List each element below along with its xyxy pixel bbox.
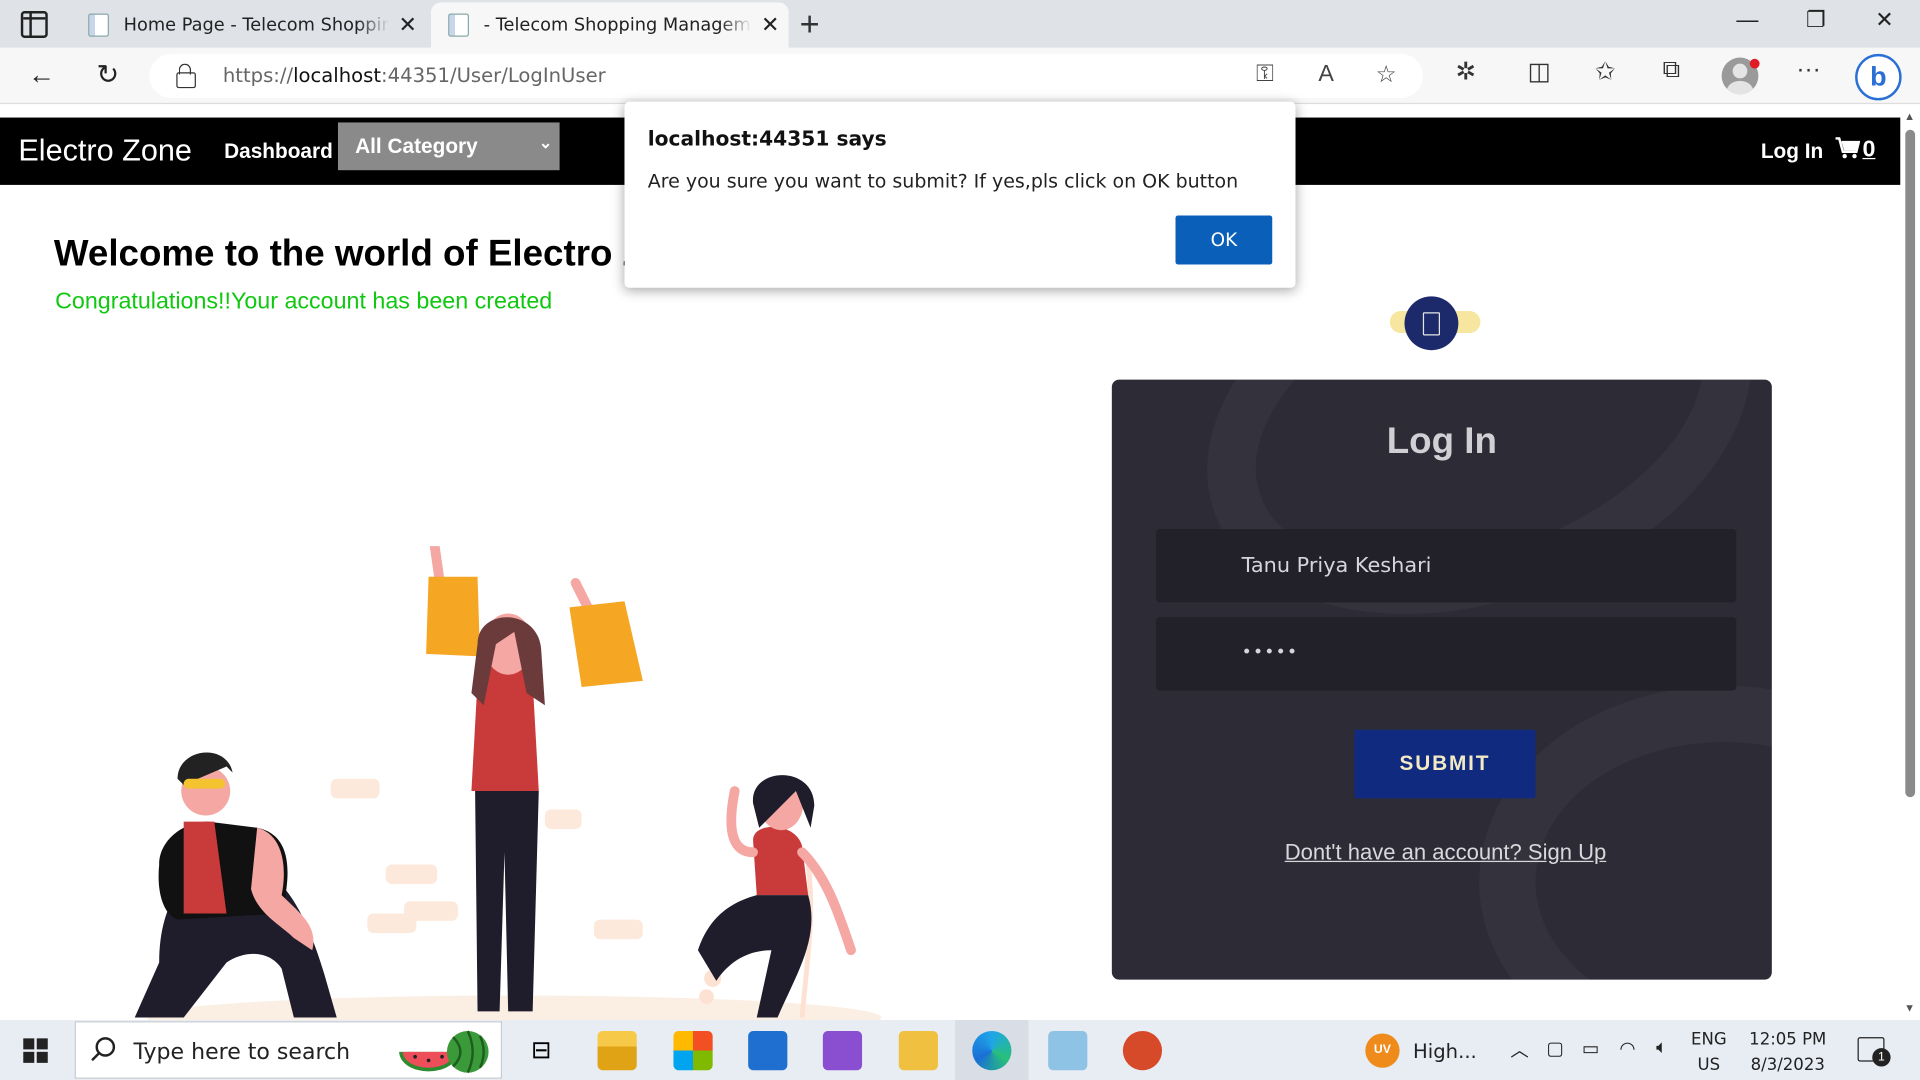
- search-icon: [95, 1037, 116, 1057]
- collections-icon[interactable]: ⧉: [1653, 56, 1690, 84]
- nav-dashboard-link[interactable]: Dashboard: [224, 140, 333, 164]
- scrollbar-thumb[interactable]: [1905, 129, 1916, 798]
- file-explorer-icon[interactable]: [597, 1031, 637, 1071]
- snip-tool-icon[interactable]: [898, 1031, 938, 1071]
- system-clock[interactable]: 12:05 PM 8/3/2023: [1749, 1027, 1827, 1078]
- url-text: https://localhost:44351/User/LogInUser: [222, 63, 606, 87]
- theme-toggle[interactable]: [1389, 294, 1481, 351]
- tab-close-icon[interactable]: ✕: [389, 12, 426, 38]
- login-card: Log In Tanu Priya Keshari ••••• SUBMIT D…: [1111, 379, 1772, 980]
- submit-button[interactable]: SUBMIT: [1354, 729, 1536, 799]
- scroll-up-icon[interactable]: ▲: [1904, 110, 1915, 122]
- battery-icon[interactable]: ▭: [1577, 1037, 1604, 1059]
- visual-studio-icon[interactable]: [822, 1031, 863, 1071]
- tab-title: Home Page - Telecom Shopping: [123, 15, 390, 35]
- back-arrow-icon[interactable]: ←: [23, 59, 60, 91]
- volume-icon[interactable]: 🔈︎: [1648, 1037, 1675, 1058]
- header-login-link[interactable]: Log In: [1761, 140, 1823, 164]
- edge-browser-taskbar-item[interactable]: [955, 1020, 1029, 1080]
- minimize-icon[interactable]: —: [1713, 7, 1782, 33]
- new-tab-plus-icon[interactable]: +: [800, 5, 820, 44]
- site-brand[interactable]: Electro Zone: [18, 133, 192, 169]
- tab-title: - Telecom Shopping Management: [483, 15, 752, 35]
- dialog-message: Are you sure you want to submit? If yes,…: [647, 170, 1239, 193]
- notification-count: 1: [1872, 1048, 1891, 1067]
- dialog-ok-button[interactable]: OK: [1175, 215, 1273, 265]
- key-icon[interactable]: ⚿: [1247, 61, 1284, 88]
- refresh-icon[interactable]: ↻: [89, 59, 126, 91]
- browser-tab-login[interactable]: - Telecom Shopping Management ✕: [431, 2, 789, 48]
- tray-device-icon[interactable]: ▢: [1542, 1037, 1569, 1059]
- window-close-icon[interactable]: ✕: [1850, 7, 1919, 33]
- cart-link[interactable]: 0: [1835, 137, 1876, 164]
- browser-tab-home[interactable]: Home Page - Telecom Shopping ✕: [71, 2, 426, 47]
- paint-icon[interactable]: [1122, 1031, 1163, 1071]
- weather-text[interactable]: High...: [1413, 1040, 1477, 1063]
- read-aloud-icon[interactable]: A: [1308, 61, 1345, 88]
- browser-toolbar: ← ↻ https://localhost:44351/User/LogInUs…: [0, 47, 1920, 105]
- windows-taskbar: Type here to search ⊟ UV High... ︿ ▢ ▭ ◠…: [0, 1020, 1920, 1080]
- page-scrollbar[interactable]: ▲ ▼: [1900, 105, 1920, 1021]
- restore-icon[interactable]: ❐: [1782, 7, 1851, 33]
- watermelon-icon: [399, 1030, 489, 1074]
- taskbar-search-box[interactable]: Type here to search: [74, 1021, 503, 1079]
- favorites-icon[interactable]: ✩: [1587, 56, 1624, 87]
- bing-copilot-icon[interactable]: b: [1855, 53, 1902, 101]
- toggle-knob-icon: [1404, 296, 1459, 351]
- wifi-icon[interactable]: ◠: [1614, 1037, 1641, 1059]
- lock-icon[interactable]: [176, 63, 196, 89]
- windows-start-icon[interactable]: [23, 1038, 48, 1063]
- cart-icon: [1835, 137, 1861, 159]
- account-created-message: Congratulations!!Your account has been c…: [55, 288, 553, 315]
- profile-notification-dot: [1749, 58, 1760, 69]
- page-favicon-icon: [448, 13, 469, 37]
- language-indicator[interactable]: ENG US: [1691, 1027, 1727, 1078]
- task-view-icon[interactable]: ⊟: [522, 1031, 561, 1070]
- address-bar[interactable]: https://localhost:44351/User/LogInUser ⚿…: [149, 53, 1423, 98]
- extensions-icon[interactable]: ✲: [1447, 56, 1484, 87]
- tab-actions-icon[interactable]: [20, 11, 48, 38]
- cart-count: 0: [1862, 137, 1876, 163]
- browser-tab-strip: Home Page - Telecom Shopping ✕ - Telecom…: [0, 0, 1920, 48]
- category-select[interactable]: All Category ⌄: [337, 122, 560, 171]
- notepad-icon[interactable]: [1048, 1031, 1088, 1071]
- login-title: Log In: [1386, 421, 1497, 462]
- search-placeholder: Type here to search: [133, 1039, 351, 1066]
- password-input[interactable]: •••••: [1155, 617, 1737, 691]
- more-menu-icon[interactable]: ···: [1790, 56, 1827, 84]
- dialog-title: localhost:44351 says: [647, 127, 887, 151]
- page-favicon-icon: [88, 13, 109, 37]
- scroll-down-icon[interactable]: ▼: [1904, 1002, 1915, 1014]
- signup-link[interactable]: Dont't have an account? Sign Up: [1112, 840, 1772, 866]
- welcome-heading: Welcome to the world of Electro Z: [53, 233, 646, 275]
- tray-chevron-up-icon[interactable]: ︿: [1506, 1037, 1533, 1063]
- notification-center-icon[interactable]: 1: [1857, 1037, 1891, 1067]
- username-input[interactable]: Tanu Priya Keshari: [1155, 528, 1737, 603]
- category-selected-value: All Category: [355, 134, 478, 158]
- chevron-down-icon: ⌄: [538, 133, 553, 152]
- microsoft-store-icon[interactable]: [673, 1031, 713, 1071]
- confirm-dialog: localhost:44351 says Are you sure you wa…: [624, 101, 1296, 288]
- weather-uv-icon[interactable]: UV: [1365, 1033, 1400, 1068]
- edge-icon: [972, 1031, 1012, 1071]
- shopping-people-illustration: [134, 546, 882, 1021]
- tab-close-icon[interactable]: ✕: [752, 12, 789, 38]
- mail-icon[interactable]: [748, 1031, 788, 1071]
- split-screen-icon[interactable]: ◫: [1521, 56, 1558, 87]
- favorite-star-icon[interactable]: ☆: [1368, 61, 1405, 89]
